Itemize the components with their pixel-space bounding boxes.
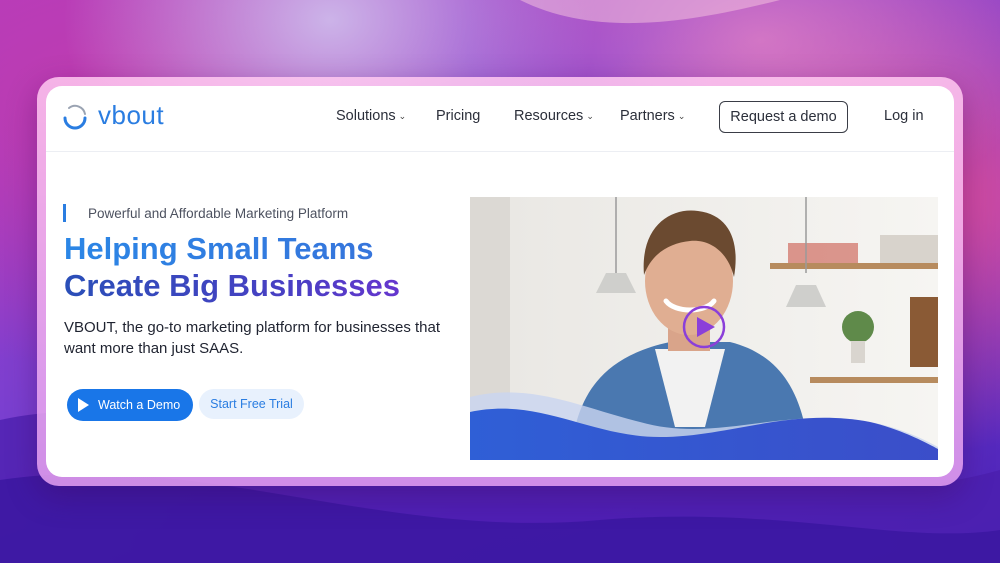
nav-item-partners[interactable]: Partners ⌄ — [620, 108, 685, 124]
nav-item-label: Pricing — [436, 108, 481, 124]
start-free-trial-button[interactable]: Start Free Trial — [199, 389, 304, 419]
brand-name: vbout — [98, 100, 165, 130]
top-navigation: vbout Solutions ⌄ Pricing Resources ⌄ Pa… — [46, 86, 954, 152]
hero-subtitle: VBOUT, the go-to marketing platform for … — [64, 319, 441, 357]
play-icon — [78, 398, 89, 412]
brand-logo[interactable]: vbout — [60, 100, 164, 131]
vbout-logo-icon — [63, 104, 87, 129]
login-link[interactable]: Log in — [884, 108, 924, 124]
nav-item-label: Partners — [620, 108, 675, 124]
chevron-down-icon: ⌄ — [586, 110, 594, 121]
watch-demo-button[interactable]: Watch a Demo — [67, 389, 193, 421]
chevron-down-icon: ⌄ — [677, 110, 686, 121]
hero-video-thumbnail[interactable] — [470, 197, 938, 460]
chevron-down-icon: ⌄ — [398, 110, 407, 121]
nav-item-label: Solutions — [336, 108, 396, 124]
nav-item-pricing[interactable]: Pricing — [436, 108, 480, 124]
nav-item-solutions[interactable]: Solutions ⌄ — [336, 108, 406, 124]
hero-eyebrow: Powerful and Affordable Marketing Platfo… — [63, 204, 348, 222]
headline-line-1: Helping Small Teams — [64, 230, 484, 267]
nav-item-resources[interactable]: Resources ⌄ — [514, 108, 594, 124]
request-demo-button[interactable]: Request a demo — [719, 101, 848, 133]
browser-window: vbout Solutions ⌄ Pricing Resources ⌄ Pa… — [46, 86, 954, 477]
watch-demo-label: Watch a Demo — [98, 398, 181, 412]
nav-item-label: Resources — [514, 108, 584, 124]
headline-line-2: Create Big Businesses — [64, 267, 484, 304]
hero-headline: Helping Small Teams Create Big Businesse… — [64, 230, 484, 304]
